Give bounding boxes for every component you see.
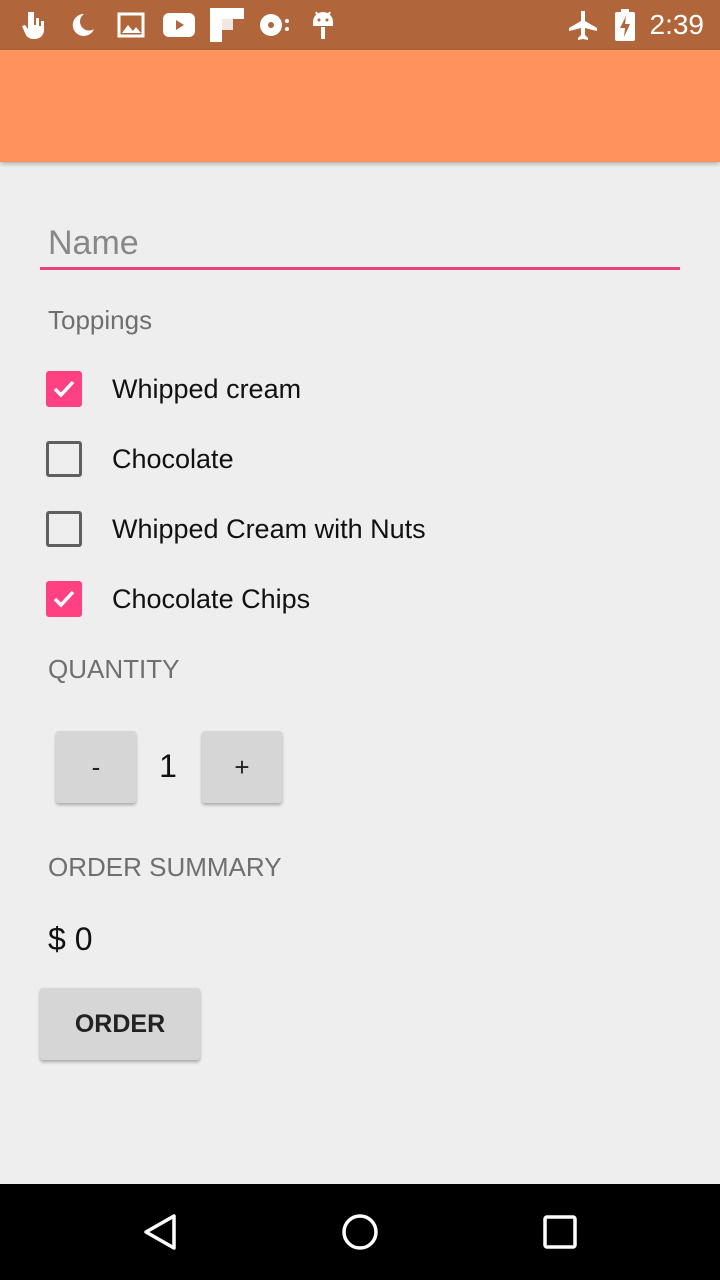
toppings-label: Toppings: [48, 305, 153, 335]
app-bar: [0, 50, 720, 162]
checkbox-checked-icon[interactable]: [46, 371, 82, 407]
decrement-button[interactable]: -: [56, 731, 136, 803]
checkbox-unchecked-icon[interactable]: [46, 511, 82, 547]
topping-chocolate-chips[interactable]: Chocolate Chips: [46, 579, 646, 619]
quantity-value: 1: [159, 748, 177, 784]
flipboard-icon: [210, 8, 244, 42]
order-summary-label: ORDER SUMMARY: [48, 852, 282, 882]
order-button[interactable]: ORDER: [40, 988, 200, 1060]
home-icon[interactable]: [336, 1208, 384, 1256]
touch-hand-icon: [18, 8, 52, 42]
clock: 2:39: [649, 9, 705, 40]
airplane-mode-icon: [566, 8, 600, 42]
back-icon[interactable]: [136, 1208, 184, 1256]
youtube-icon: [162, 8, 196, 42]
recents-icon[interactable]: [536, 1208, 584, 1256]
topping-whipped-cream[interactable]: Whipped cream: [46, 369, 646, 409]
name-input[interactable]: [40, 220, 680, 270]
android-icon: [306, 8, 340, 42]
price-text: $ 0: [48, 921, 93, 957]
checkbox-unchecked-icon[interactable]: [46, 441, 82, 477]
topping-chocolate[interactable]: Chocolate: [46, 439, 646, 479]
battery-charging-icon: [608, 8, 642, 42]
order-form: Toppings Whipped cream Chocolate Whipped…: [0, 162, 720, 1184]
checkbox-checked-icon[interactable]: [46, 581, 82, 617]
moon-icon: [66, 8, 100, 42]
increment-button[interactable]: +: [202, 731, 282, 803]
status-bar: 2:39: [0, 0, 720, 50]
navigation-bar: [0, 1184, 720, 1280]
topping-whipped-cream-with-nuts[interactable]: Whipped Cream with Nuts: [46, 509, 646, 549]
disc-icon: [258, 8, 292, 42]
quantity-label: QUANTITY: [48, 654, 180, 684]
topping-label: Chocolate Chips: [112, 583, 311, 614]
topping-label: Whipped Cream with Nuts: [112, 513, 426, 544]
topping-label: Chocolate: [112, 443, 234, 474]
topping-label: Whipped cream: [112, 373, 302, 404]
image-icon: [114, 8, 148, 42]
